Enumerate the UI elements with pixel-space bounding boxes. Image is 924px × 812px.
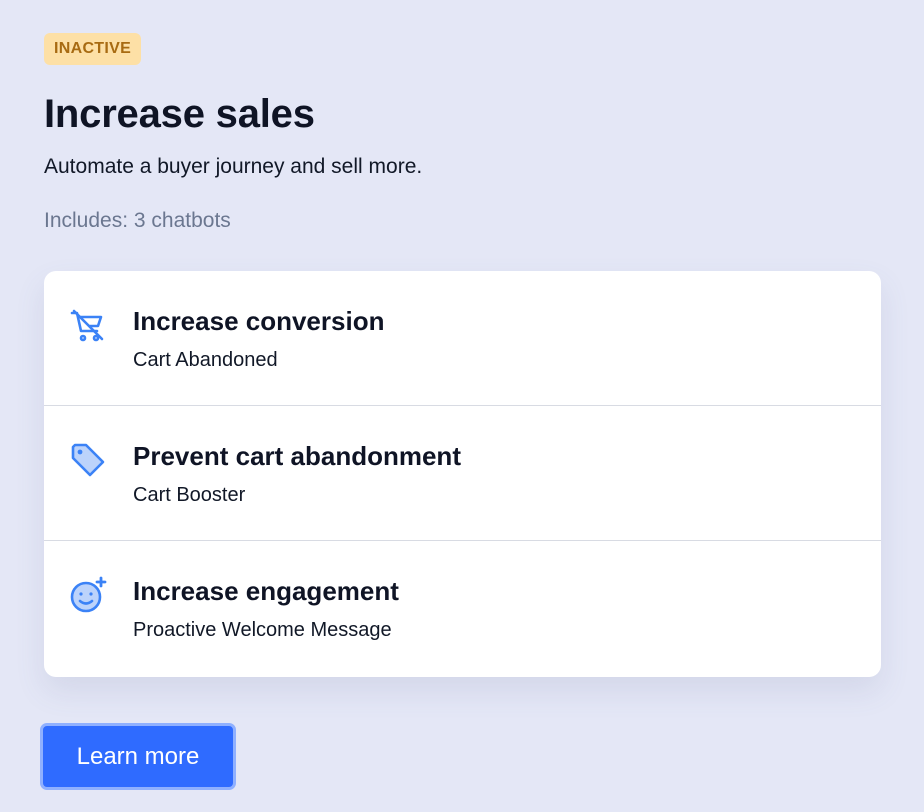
cart-off-icon bbox=[68, 305, 108, 345]
page-title: Increase sales bbox=[44, 92, 315, 136]
list-item-increase-engagement: Increase engagement Proactive Welcome Me… bbox=[44, 541, 881, 676]
chatbot-subtitle: Proactive Welcome Message bbox=[133, 619, 392, 641]
chatbots-list: Increase conversion Cart Abandoned Preve… bbox=[44, 271, 881, 677]
includes-count: Includes: 3 chatbots bbox=[44, 209, 231, 232]
chatbot-title: Increase engagement bbox=[133, 576, 399, 606]
status-badge: INACTIVE bbox=[44, 33, 142, 65]
tag-icon bbox=[68, 440, 108, 480]
chatbot-title: Prevent cart abandonment bbox=[133, 441, 461, 471]
chatbot-subtitle: Cart Abandoned bbox=[133, 349, 278, 371]
list-item-increase-conversion: Increase conversion Cart Abandoned bbox=[44, 271, 881, 406]
chatbot-subtitle: Cart Booster bbox=[133, 484, 246, 506]
list-item-prevent-cart-abandonment: Prevent cart abandonment Cart Booster bbox=[44, 406, 881, 541]
page-subtitle: Automate a buyer journey and sell more. bbox=[44, 155, 423, 178]
learn-more-button[interactable]: Learn more bbox=[40, 723, 236, 790]
chatbot-title: Increase conversion bbox=[133, 306, 385, 336]
smile-plus-icon bbox=[68, 575, 108, 615]
